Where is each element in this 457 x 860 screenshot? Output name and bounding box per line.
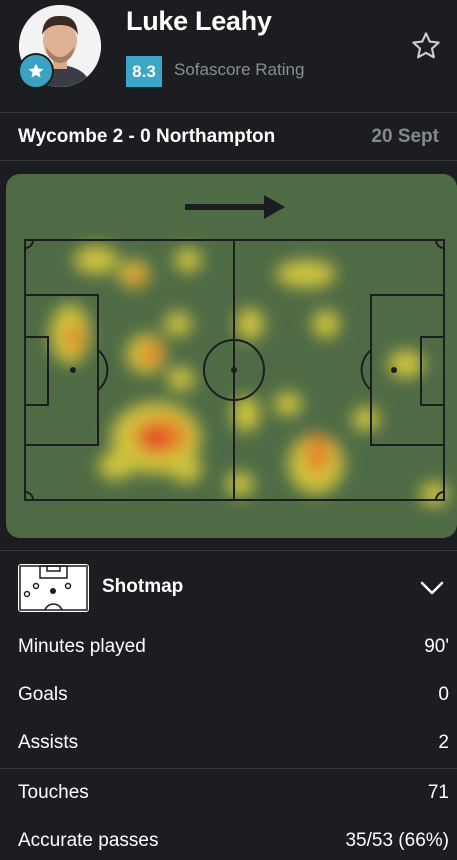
stat-label: Assists (18, 732, 79, 753)
chevron-down-icon[interactable] (418, 578, 446, 598)
stat-row-minutes: Minutes played 90' (0, 630, 457, 666)
divider (0, 112, 457, 113)
stat-value: 2 (438, 732, 449, 753)
stat-label: Accurate passes (18, 830, 159, 851)
stat-label: Minutes played (18, 636, 146, 657)
divider (0, 768, 457, 769)
match-date: 20 Sept (371, 126, 439, 147)
stat-row-goals: Goals 0 (0, 678, 457, 714)
divider (0, 550, 457, 551)
stat-label: Goals (18, 684, 68, 705)
stat-value: 35/53 (66%) (345, 830, 449, 851)
stat-row-assists: Assists 2 (0, 726, 457, 762)
stat-value: 90' (424, 636, 449, 657)
rating-label: Sofascore Rating (174, 60, 305, 79)
shotmap-toggle[interactable]: Shotmap (0, 552, 457, 626)
player-name: Luke Leahy (126, 6, 272, 36)
player-header: Luke Leahy 8.3 Sofascore Rating (0, 0, 457, 112)
direction-arrow-icon (185, 195, 285, 219)
shotmap-pitch-icon (18, 564, 89, 612)
stat-value: 0 (438, 684, 449, 705)
heatmap (6, 174, 457, 538)
stat-label: Touches (18, 782, 89, 803)
heat-blobs (50, 246, 448, 506)
rating-badge: 8.3 (126, 56, 162, 87)
divider (0, 160, 457, 161)
stat-row-touches: Touches 71 (0, 776, 457, 812)
match-title[interactable]: Wycombe 2 - 0 Northampton (18, 126, 275, 148)
shotmap-label: Shotmap (102, 576, 184, 597)
favorite-star-icon[interactable] (410, 30, 442, 62)
stat-value: 71 (427, 782, 449, 803)
star-badge-icon (18, 53, 54, 89)
